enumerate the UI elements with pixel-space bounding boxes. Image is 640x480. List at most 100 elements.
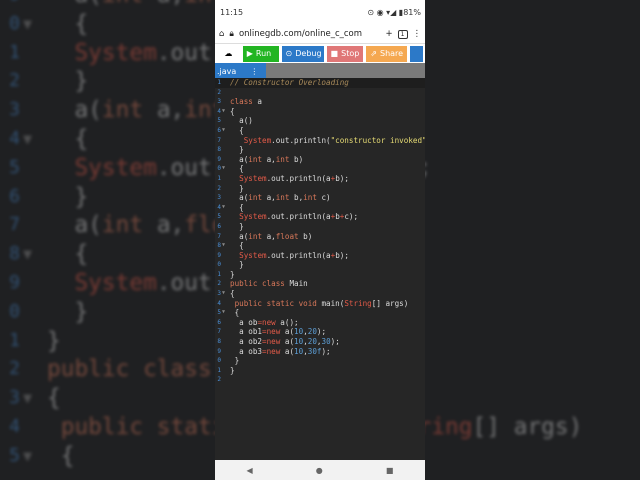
recents-icon[interactable]: ■ bbox=[386, 466, 394, 475]
code-line[interactable]: 3 ▼ { bbox=[215, 289, 425, 299]
code-token: { bbox=[47, 241, 89, 268]
code-line[interactable]: 3 class a bbox=[215, 97, 425, 107]
code-line[interactable]: 6 ▼ { bbox=[215, 126, 425, 136]
code-token: =new bbox=[257, 317, 276, 327]
fold-arrow-icon[interactable]: ▼ bbox=[222, 107, 225, 117]
tab-count-button[interactable]: 1 bbox=[397, 29, 408, 39]
code-line[interactable]: 6 } bbox=[215, 222, 425, 232]
fold-arrow-icon[interactable]: ▼ bbox=[222, 289, 225, 299]
fold-arrow-icon: ▼ bbox=[23, 129, 33, 148]
code-line[interactable]: 1} bbox=[215, 366, 425, 376]
code-token: a( bbox=[280, 346, 295, 356]
fold-arrow-icon[interactable]: ▼ bbox=[222, 203, 225, 213]
code-line[interactable]: 9 a(int a,int b) bbox=[215, 155, 425, 165]
line-number: 7 bbox=[217, 232, 221, 240]
back-icon[interactable]: ◀ bbox=[247, 466, 253, 475]
lock-icon: 🔒︎ bbox=[229, 29, 234, 39]
code-token: .out.println(a bbox=[266, 250, 331, 260]
code-line[interactable]: 1 System.out.println(a+b); bbox=[215, 174, 425, 184]
code-line[interactable]: 5 System.out.println(a+b+c); bbox=[215, 212, 425, 222]
code-token: } bbox=[230, 221, 244, 231]
home-icon[interactable]: ⌂ bbox=[219, 29, 224, 39]
code-line[interactable]: 8 ▼ { bbox=[215, 241, 425, 251]
code-token: public class bbox=[230, 279, 285, 289]
fold-arrow-icon[interactable]: ▼ bbox=[222, 164, 225, 174]
browser-address-bar: ⌂ 🔒︎ onlinegdb.com/online_c_com + 1 ⋮ bbox=[215, 25, 425, 43]
code-token: 30 bbox=[321, 337, 331, 347]
more-button[interactable] bbox=[410, 45, 423, 62]
new-tab-icon[interactable]: + bbox=[386, 29, 393, 39]
line-number: 6 bbox=[217, 222, 221, 230]
line-number: 2 bbox=[9, 70, 20, 92]
line-number: 8 bbox=[9, 243, 20, 265]
line-number: 2 bbox=[9, 358, 20, 380]
code-line[interactable]: 5 a() bbox=[215, 116, 425, 126]
line-number: 9 bbox=[217, 251, 221, 259]
line-number: 4 bbox=[217, 299, 221, 307]
code-line[interactable]: 2 bbox=[215, 375, 425, 385]
code-line[interactable]: 2 } bbox=[215, 184, 425, 194]
code-line[interactable]: 3 a(int a,int b,int c) bbox=[215, 193, 425, 203]
code-line[interactable]: 7 System.out.println("constructor invoke… bbox=[215, 136, 425, 146]
line-number: 1 bbox=[217, 79, 221, 86]
code-line[interactable]: 7 a ob1=new a(10,20); bbox=[215, 327, 425, 337]
tab-menu-icon[interactable]: ⋮ bbox=[250, 67, 258, 76]
code-token: } bbox=[230, 183, 244, 193]
code-token: { bbox=[230, 308, 240, 318]
debug-button[interactable]: ⊙ Debug bbox=[281, 45, 324, 62]
line-number: 3 bbox=[217, 194, 221, 202]
home-nav-icon[interactable]: ● bbox=[316, 466, 323, 475]
code-line[interactable]: 9 System.out.println(a+b); bbox=[215, 251, 425, 261]
code-token: a, bbox=[262, 193, 276, 203]
code-token: { bbox=[47, 125, 89, 152]
code-line[interactable]: 2 bbox=[215, 88, 425, 98]
code-line[interactable]: 0 } bbox=[215, 260, 425, 270]
code-token: a ob2 bbox=[230, 337, 263, 347]
line-number: 0 bbox=[217, 165, 221, 173]
code-line[interactable]: 6 a ob=new a(); bbox=[215, 318, 425, 328]
code-line[interactable]: 7 a(int a,float b) bbox=[215, 232, 425, 242]
code-line[interactable]: 0 ▼ { bbox=[215, 164, 425, 174]
code-line[interactable]: 4 ▼ { bbox=[215, 203, 425, 213]
menu-icon[interactable]: ⋮ bbox=[413, 29, 422, 39]
code-line[interactable]: 9 a ob3=new a(10,30f); bbox=[215, 347, 425, 357]
line-number: 2 bbox=[217, 88, 221, 96]
code-token: a, bbox=[143, 212, 185, 239]
fold-arrow-icon: ▼ bbox=[23, 389, 33, 408]
code-line[interactable]: 2 public class Main bbox=[215, 279, 425, 289]
battery-level: 81% bbox=[403, 8, 421, 17]
code-line[interactable]: 8 } bbox=[215, 145, 425, 155]
share-button[interactable]: ⇗ Share bbox=[366, 45, 408, 62]
code-line[interactable]: 8 a ob2=new a(10,20,30); bbox=[215, 337, 425, 347]
code-line[interactable]: 1} bbox=[215, 270, 425, 280]
url-field[interactable]: onlinegdb.com/online_c_com bbox=[239, 29, 381, 39]
run-button[interactable]: ▶ Run bbox=[242, 45, 279, 62]
stop-button[interactable]: ■ Stop bbox=[326, 45, 364, 62]
fold-arrow-icon[interactable]: ▼ bbox=[222, 308, 225, 318]
code-line[interactable]: 1 // Constructor Overloading bbox=[215, 78, 425, 88]
line-number: 4 bbox=[217, 203, 221, 211]
code-line[interactable]: 0 } bbox=[215, 356, 425, 366]
file-tab[interactable]: .java ⋮ bbox=[215, 63, 267, 79]
code-line[interactable]: 5 ▼ { bbox=[215, 308, 425, 318]
code-line[interactable]: 4 public static void main(String[] args) bbox=[215, 299, 425, 309]
code-token: public static void bbox=[234, 298, 317, 308]
line-number: 0 bbox=[217, 357, 221, 365]
code-token: c) bbox=[316, 193, 331, 203]
upload-button[interactable]: ☁ bbox=[217, 46, 240, 62]
code-editor[interactable]: 1// Constructor Overloading 2 3 class a 4 ▼{5… bbox=[215, 78, 425, 460]
code-token: String bbox=[344, 298, 372, 308]
code-token: int bbox=[101, 212, 144, 239]
code-token: } bbox=[230, 365, 235, 375]
line-number: 7 bbox=[9, 214, 20, 236]
fold-arrow-icon[interactable]: ▼ bbox=[222, 126, 225, 136]
upload-icon: ☁ bbox=[224, 49, 233, 58]
code-line[interactable]: 4 ▼ { bbox=[215, 107, 425, 117]
status-icons: ⊙ ◉ ▾◢ ▮81% bbox=[367, 8, 421, 17]
fold-arrow-icon[interactable]: ▼ bbox=[222, 241, 225, 251]
code-token: int bbox=[275, 193, 290, 203]
code-token: int bbox=[248, 231, 263, 241]
code-token: a(); bbox=[275, 317, 299, 327]
code-token: a, bbox=[262, 154, 276, 164]
